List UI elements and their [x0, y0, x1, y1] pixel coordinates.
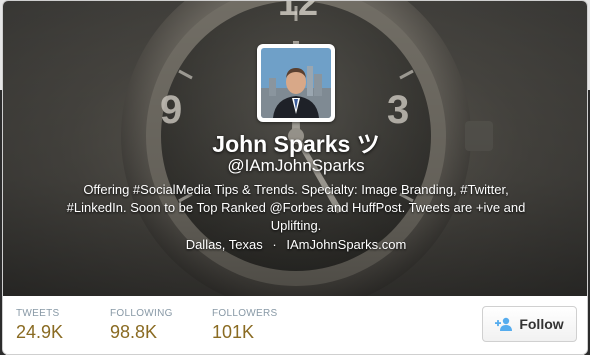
stat-tweets-label: TWEETS — [16, 308, 60, 319]
stat-followers-value: 101K — [212, 322, 255, 342]
stat-following-value: 98.8K — [110, 322, 158, 342]
profile-meta: Dallas, Texas · IAmJohnSparks.com — [3, 237, 587, 252]
profile-website-link[interactable]: IAmJohnSparks.com — [286, 237, 406, 252]
stat-following-label: FOLLOWING — [110, 308, 173, 319]
stat-tweets[interactable]: TWEETS 24.9K — [16, 308, 63, 343]
stat-following[interactable]: FOLLOWING 98.8K — [110, 308, 173, 343]
avatar-photo — [261, 48, 331, 118]
stat-followers-label: FOLLOWERS — [212, 308, 278, 319]
stat-tweets-value: 24.9K — [16, 322, 64, 342]
stat-followers[interactable]: FOLLOWERS 101K — [212, 308, 278, 343]
follow-button-label: Follow — [519, 316, 564, 332]
profile-bio: Offering #SocialMedia Tips & Trends. Spe… — [66, 182, 526, 233]
meta-separator: · — [272, 237, 277, 252]
follow-button[interactable]: Follow — [482, 306, 577, 342]
avatar[interactable] — [257, 44, 335, 122]
add-person-icon — [495, 317, 513, 331]
profile-stats-bar: TWEETS 24.9K FOLLOWING 98.8K FOLLOWERS 1… — [3, 296, 587, 354]
profile-card: 12 9 3 — [2, 0, 588, 355]
profile-header-image: 12 9 3 — [3, 1, 587, 296]
profile-name: John Sparks ツ — [212, 131, 380, 157]
profile-handle[interactable]: @IAmJohnSparks — [3, 156, 587, 176]
profile-location: Dallas, Texas — [185, 237, 263, 252]
